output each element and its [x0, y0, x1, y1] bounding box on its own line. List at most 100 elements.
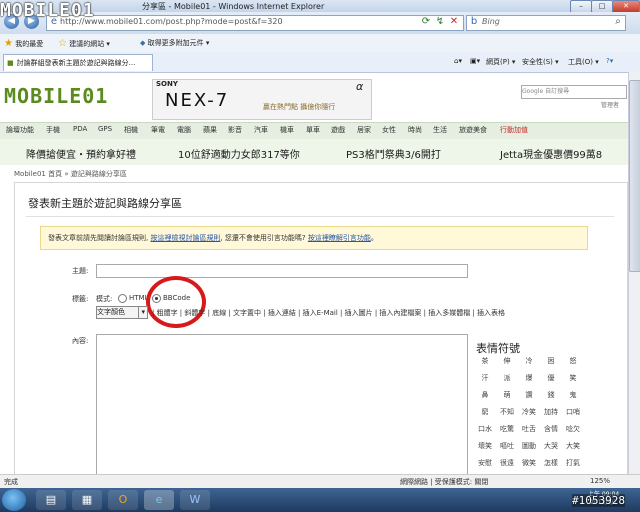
start-button[interactable] [2, 489, 26, 511]
emoticon-item[interactable]: 微笑 [518, 458, 540, 468]
emoticon-item[interactable]: 打氣 [562, 458, 584, 468]
menu-item[interactable]: 生活 [433, 125, 447, 135]
word-taskbar-icon[interactable]: W [180, 490, 210, 510]
zone-text: 網際網路 | 受保護模式: 關閉 [400, 478, 489, 486]
menu-item[interactable]: 影音 [228, 125, 242, 135]
get-addons[interactable]: ◆ 取得更多附加元件 ▾ [140, 38, 209, 48]
emoticon-item[interactable]: 口水 [474, 424, 496, 434]
compat-icon[interactable]: ↯ [434, 16, 446, 28]
get-addons-label: 取得更多附加元件 ▾ [147, 39, 210, 47]
breadcrumb[interactable]: Mobile01 首頁 » 遊記與路線分享區 [14, 169, 127, 179]
emoticon-item[interactable]: 派 [496, 373, 518, 383]
menu-item[interactable]: 女性 [382, 125, 396, 135]
emoticon-item[interactable]: 圖動 [518, 441, 540, 451]
emoticon-item[interactable]: 鬼 [562, 390, 584, 400]
promo-link[interactable]: Jetta現金優惠價99萬8 [500, 146, 602, 161]
scrollbar-thumb[interactable] [629, 80, 640, 272]
emoticon-item[interactable]: 吐舌 [518, 424, 540, 434]
menu-item[interactable]: 遊戲 [331, 125, 345, 135]
emoticon-item[interactable]: 怒 [562, 356, 584, 366]
menu-item[interactable]: 手機 [46, 125, 60, 135]
menu-item[interactable]: 筆電 [151, 125, 165, 135]
menu-item[interactable]: 電腦 [177, 125, 191, 135]
mode-html-radio[interactable] [118, 294, 127, 303]
emoticon-item[interactable]: 怎樣 [540, 458, 562, 468]
emoticon-item[interactable]: 大哭 [540, 441, 562, 451]
zoom-level[interactable]: 125% [590, 477, 610, 485]
emoticon-item[interactable]: 壞笑 [474, 441, 496, 451]
menu-item[interactable]: 旅遊美食 [459, 125, 487, 135]
format-toolbar[interactable]: | 粗體字 | 斜體字 | 底線 | 文字置中 | 插入連結 | 插入E-Mai… [152, 308, 505, 318]
menu-item[interactable]: 單車 [306, 125, 320, 135]
favorites-label: 我的最愛 [15, 40, 44, 48]
emoticon-item[interactable]: 汗 [474, 373, 496, 383]
emoticon-item[interactable]: 萌 [496, 390, 518, 400]
feeds-icon[interactable]: ▣▾ [470, 57, 480, 65]
menu-item[interactable]: 論壇功能 [6, 125, 34, 135]
search-placeholder[interactable]: Bing [482, 17, 500, 26]
menu-item[interactable]: 汽車 [254, 125, 268, 135]
home-icon[interactable]: ⌂▾ [454, 57, 462, 65]
promo-link[interactable]: 10位舒適動力女郎317等你 [178, 146, 300, 161]
rules-link[interactable]: 按這裡檢視討論區規則 [150, 234, 220, 242]
emoticon-item[interactable]: 鼻 [474, 390, 496, 400]
text-color-select[interactable]: 文字顏色 ▾ [96, 306, 148, 319]
emoticon-item[interactable]: 含情 [540, 424, 562, 434]
google-search-input[interactable]: Google 自訂搜尋 [521, 85, 627, 99]
emoticon-item[interactable]: 唸欠 [562, 424, 584, 434]
emoticon-item[interactable]: 優 [540, 373, 562, 383]
quote-help-link[interactable]: 按這裡瞭解引言功能 [308, 234, 371, 242]
notice-suffix: 。 [370, 234, 378, 242]
emoticon-item[interactable]: 不知 [496, 407, 518, 417]
favorites-button[interactable]: ★ 我的最愛 [4, 38, 43, 49]
menu-item[interactable]: PDA [73, 125, 87, 133]
emoticon-item[interactable]: 笑 [562, 373, 584, 383]
emoticon-item[interactable]: 加持 [540, 407, 562, 417]
refresh-icon[interactable]: ⟳ [420, 16, 432, 28]
admin-link[interactable]: 管理者 [601, 100, 619, 109]
emoticon-item[interactable]: 很遠 [496, 458, 518, 468]
promo-link[interactable]: 降價搶便宜・預約拿好禮 [26, 146, 136, 161]
ad-tagline: 贏在熱門點 攝億你隨行 [263, 103, 336, 111]
emoticon-item[interactable]: 冷 [518, 356, 540, 366]
emoticon-item[interactable]: 嘔吐 [496, 441, 518, 451]
emoticon-item[interactable]: 大笑 [562, 441, 584, 451]
emoticon-item[interactable]: 窮 [474, 407, 496, 417]
mark-label: 標籤: [72, 295, 89, 303]
menu-item[interactable]: 蘋果 [203, 125, 217, 135]
emoticon-item[interactable]: 茶 [474, 356, 496, 366]
emoticon-item[interactable]: 錢 [540, 390, 562, 400]
tools-menu[interactable]: 工具(O) ▾ [568, 57, 599, 67]
promo-link[interactable]: PS3格鬥祭典3/6開打 [346, 146, 441, 161]
menu-item[interactable]: 相機 [124, 125, 138, 135]
notice-text: 發表文章前請先閱讀討論區規則, 按這裡檢視討論區規則, 您還不會使用引言功能嗎?… [48, 233, 378, 243]
menu-item[interactable]: 時尚 [408, 125, 422, 135]
emoticon-item[interactable]: 安慰 [474, 458, 496, 468]
help-icon[interactable]: ?▾ [606, 57, 613, 65]
menu-item[interactable]: GPS [98, 125, 112, 133]
content-textarea[interactable] [96, 334, 468, 478]
emoticon-item[interactable]: 困 [540, 356, 562, 366]
safety-menu[interactable]: 安全性(S) ▾ [522, 57, 559, 67]
menu-item[interactable]: 居家 [357, 125, 371, 135]
menu-item[interactable]: 機車 [280, 125, 294, 135]
menu-item-highlight[interactable]: 行動加值 [500, 125, 528, 135]
site-logo[interactable]: MOBILE01 [4, 84, 108, 108]
emoticon-item[interactable]: 爆 [518, 373, 540, 383]
ie-taskbar-icon[interactable]: e [144, 490, 174, 510]
emoticon-item[interactable]: 冷笑 [518, 407, 540, 417]
emoticon-item[interactable]: 口哨 [562, 407, 584, 417]
search-icon[interactable]: ⌕ [612, 16, 624, 28]
emoticon-item[interactable]: 伸 [496, 356, 518, 366]
folder-taskbar-icon[interactable]: ▦ [72, 490, 102, 510]
outlook-taskbar-icon[interactable]: O [108, 490, 138, 510]
emoticon-item[interactable]: 讚 [518, 390, 540, 400]
subject-input[interactable] [96, 264, 468, 278]
explorer-taskbar-icon[interactable]: ▤ [36, 490, 66, 510]
emoticon-item[interactable]: 吃驚 [496, 424, 518, 434]
stop-icon[interactable]: ✕ [448, 16, 460, 28]
page-menu[interactable]: 網頁(P) ▾ [486, 57, 515, 67]
mode-label: 模式: [96, 295, 113, 303]
browser-tab[interactable]: ■ 討論群組發表新主題於遊記與路線分... [3, 54, 153, 71]
suggested-sites[interactable]: ☆ 建議的網站 ▾ [58, 38, 110, 49]
